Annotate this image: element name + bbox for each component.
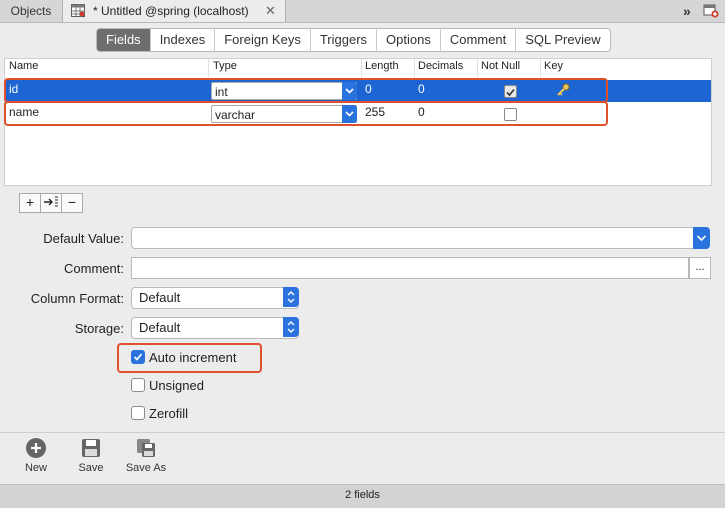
default-value-label: Default Value:	[43, 231, 124, 246]
up-down-chevron-icon	[283, 287, 299, 307]
column-header-key[interactable]: Key	[544, 60, 563, 72]
tab-title: * Untitled @spring (localhost)	[93, 4, 249, 18]
tab-fields[interactable]: Fields	[97, 29, 151, 51]
zerofill-checkbox[interactable]	[131, 406, 145, 420]
column-header-not-null[interactable]: Not Null	[481, 60, 520, 72]
save-as-button[interactable]: Save As	[121, 437, 171, 474]
column-header-length[interactable]: Length	[365, 60, 399, 72]
insert-row-icon	[44, 196, 58, 207]
comment-input[interactable]	[131, 257, 689, 279]
table-icon	[71, 4, 85, 17]
add-field-button[interactable]: +	[19, 193, 41, 213]
zerofill-label[interactable]: Zerofill	[149, 406, 188, 421]
save-as-label: Save As	[125, 462, 167, 474]
insert-field-button[interactable]	[41, 193, 62, 213]
up-down-chevron-icon	[283, 317, 299, 337]
storage-select[interactable]: Default	[131, 317, 299, 339]
column-header-name[interactable]: Name	[9, 60, 38, 72]
storage-label: Storage:	[74, 321, 124, 336]
tab-triggers[interactable]: Triggers	[311, 29, 378, 51]
default-value-input[interactable]	[131, 227, 696, 249]
toolbar-divider	[0, 432, 725, 433]
unsigned-checkbox[interactable]	[131, 378, 145, 392]
tab-foreign-keys[interactable]: Foreign Keys	[215, 29, 311, 51]
column-format-label: Column Format:	[30, 291, 124, 306]
save-as-icon	[137, 439, 155, 457]
plus-circle-icon	[26, 438, 46, 458]
column-header-type[interactable]: Type	[213, 60, 237, 72]
unsigned-label[interactable]: Unsigned	[149, 378, 204, 393]
status-bar: 2 fields	[0, 484, 725, 508]
tab-untitled-table[interactable]: * Untitled @spring (localhost) ✕	[63, 0, 286, 22]
tab-sql-preview[interactable]: SQL Preview	[516, 29, 609, 51]
highlight-row-name	[4, 101, 608, 126]
column-format-select[interactable]: Default	[131, 287, 299, 309]
column-header-decimals[interactable]: Decimals	[418, 60, 463, 72]
overflow-chevron-icon[interactable]: »	[683, 0, 691, 22]
remove-field-button[interactable]: −	[62, 193, 83, 213]
save-label: Save	[78, 462, 104, 474]
close-tab-icon[interactable]: ✕	[265, 0, 276, 22]
save-button[interactable]: Save	[66, 437, 116, 474]
chevron-down-icon[interactable]	[693, 227, 710, 249]
designer-tabs: Fields Indexes Foreign Keys Triggers Opt…	[96, 28, 611, 52]
column-format-value: Default	[139, 290, 181, 305]
row-buttons: + −	[19, 193, 83, 213]
comment-edit-button[interactable]: ...	[689, 257, 711, 279]
tab-indexes[interactable]: Indexes	[151, 29, 216, 51]
comment-label: Comment:	[64, 261, 124, 276]
tab-objects[interactable]: Objects	[0, 0, 63, 22]
new-button[interactable]: New	[11, 437, 61, 474]
tab-comment[interactable]: Comment	[441, 29, 517, 51]
storage-value: Default	[139, 320, 181, 335]
highlight-row-id	[4, 78, 608, 103]
add-tab-icon[interactable]	[703, 3, 719, 18]
new-label: New	[24, 462, 47, 474]
highlight-auto-increment	[117, 343, 262, 373]
tab-options[interactable]: Options	[377, 29, 441, 51]
floppy-disk-icon	[82, 439, 100, 457]
